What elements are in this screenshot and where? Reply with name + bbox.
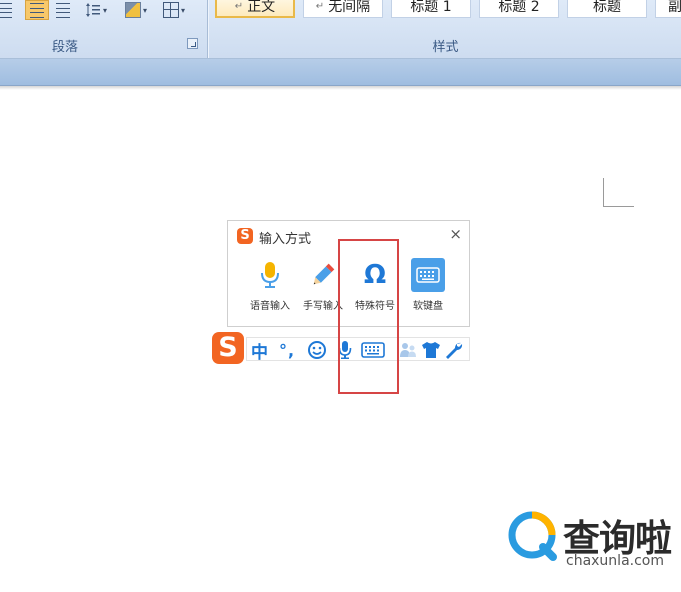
- borders-button[interactable]: ▾: [158, 0, 190, 20]
- soft-keyboard-button[interactable]: 软键盘: [400, 258, 456, 312]
- distributed-align-button[interactable]: [52, 0, 74, 20]
- voice-input-label: 语音输入: [250, 301, 290, 312]
- emoji-icon[interactable]: [307, 338, 327, 362]
- borders-icon: [162, 2, 179, 18]
- watermark-url: chaxunla.com: [566, 553, 664, 569]
- style-heading-1[interactable]: 标题 1: [391, 0, 471, 18]
- pencil-icon: [306, 258, 340, 292]
- chevron-down-icon: ▾: [180, 5, 185, 15]
- paint-bucket-icon: [124, 2, 141, 18]
- chevron-down-icon: ▾: [142, 5, 147, 15]
- shading-button[interactable]: ▾: [118, 0, 154, 20]
- microphone-icon: [253, 258, 287, 292]
- punctuation-toggle[interactable]: °,: [279, 338, 295, 362]
- style-no-spacing[interactable]: ↵ 无间隔: [303, 0, 383, 18]
- wrench-icon[interactable]: [444, 338, 464, 362]
- style-subtitle[interactable]: 副: [655, 0, 681, 18]
- justify-right-button[interactable]: [0, 0, 16, 20]
- styles-group-label: 样式: [432, 40, 459, 55]
- magnifier-logo-icon: [507, 509, 562, 564]
- justify-button[interactable]: [25, 0, 49, 20]
- document-shadow: [0, 86, 681, 90]
- ribbon-bottom-bar: [0, 59, 681, 86]
- paragraph-group-label: 段落: [51, 40, 78, 55]
- keyboard-icon: [411, 258, 445, 292]
- group-divider: [207, 0, 208, 58]
- style-title[interactable]: 标题: [567, 0, 647, 18]
- chinese-mode-toggle[interactable]: 中: [251, 338, 268, 363]
- style-normal[interactable]: ↵ 正文: [215, 0, 295, 18]
- popup-title: 输入方式: [259, 232, 312, 247]
- sogou-logo-icon[interactable]: S: [212, 332, 244, 364]
- styles-group: ↵ 正文 ↵ 无间隔 标题 1 标题 2 标题 副 样式: [210, 0, 681, 58]
- highlight-annotation: [338, 239, 399, 394]
- voice-input-button[interactable]: 语音输入: [242, 258, 298, 312]
- skin-shirt-icon[interactable]: [421, 338, 441, 362]
- ribbon: ▾ ▾ ▾ 段落 ↵ 正文 ↵ 无间隔 标题 1 标题 2 标题 副 样式: [0, 0, 681, 59]
- page-margin-mark: [603, 178, 634, 207]
- paragraph-group: ▾ ▾ ▾ 段落: [0, 0, 208, 58]
- line-spacing-button[interactable]: ▾: [80, 0, 112, 20]
- soft-keyboard-label: 软键盘: [413, 301, 443, 312]
- chevron-down-icon: ▾: [102, 5, 107, 15]
- sogou-logo-icon: S: [237, 228, 253, 244]
- close-icon[interactable]: ×: [449, 225, 462, 243]
- users-icon[interactable]: [398, 338, 418, 362]
- line-spacing-icon: [85, 3, 100, 17]
- style-heading-2[interactable]: 标题 2: [479, 0, 559, 18]
- dialog-launcher-icon[interactable]: [187, 38, 198, 49]
